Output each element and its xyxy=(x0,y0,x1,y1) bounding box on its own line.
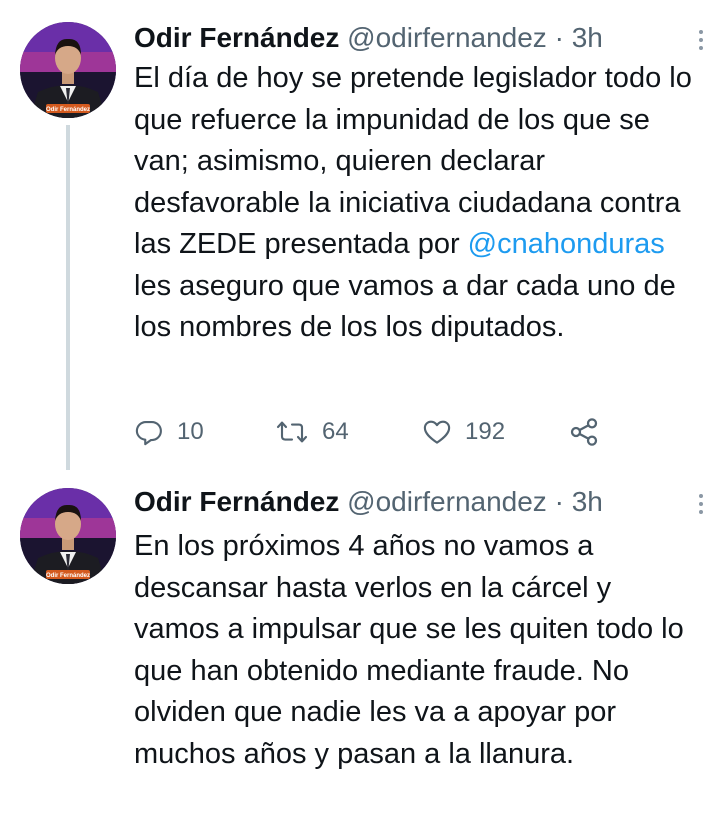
tweet-text: El día de hoy se pretende legislador tod… xyxy=(134,58,704,349)
thread-line xyxy=(66,125,70,470)
share-button[interactable] xyxy=(568,414,600,450)
tweet[interactable]: Odir Fernández Odir Fernández @odirferna… xyxy=(0,470,720,822)
avatar-label: Odir Fernández xyxy=(46,573,90,579)
tweet-header: Odir Fernández @odirfernandez · 3h xyxy=(134,484,704,520)
like-button[interactable]: 192 xyxy=(422,414,505,450)
retweet-icon xyxy=(276,421,308,443)
reply-count: 10 xyxy=(177,418,204,445)
separator-dot: · xyxy=(554,486,564,517)
tweet-text: En los próximos 4 años no vamos a descan… xyxy=(134,530,684,770)
avatar-image: Odir Fernández xyxy=(20,488,116,584)
mention-link[interactable]: @cnahonduras xyxy=(468,228,665,260)
author-name[interactable]: Odir Fernández xyxy=(134,486,339,517)
author-handle[interactable]: @odirfernandez xyxy=(347,486,547,517)
avatar-label: Odir Fernández xyxy=(46,107,90,113)
tweet-time[interactable]: 3h xyxy=(572,22,603,53)
avatar[interactable]: Odir Fernández xyxy=(20,488,116,584)
separator-dot: · xyxy=(554,22,564,53)
retweet-count: 64 xyxy=(322,418,349,445)
like-count: 192 xyxy=(465,418,506,445)
tweet-text-part: les aseguro que vamos a dar cada uno de … xyxy=(134,269,676,344)
tweet-header: Odir Fernández @odirfernandez · 3h xyxy=(134,20,704,56)
more-icon[interactable] xyxy=(698,492,704,516)
tweet-actions: 10 64 192 xyxy=(134,414,614,450)
share-icon xyxy=(570,418,598,446)
heart-icon xyxy=(423,420,451,444)
tweet[interactable]: Odir Fernández Odir Fernández @odirferna… xyxy=(0,0,720,470)
tweet-time[interactable]: 3h xyxy=(572,486,603,517)
more-icon[interactable] xyxy=(698,28,704,52)
avatar-image: Odir Fernández xyxy=(20,22,116,118)
reply-button[interactable]: 10 xyxy=(134,414,204,450)
author-name[interactable]: Odir Fernández xyxy=(134,22,339,53)
author-handle[interactable]: @odirfernandez xyxy=(347,22,547,53)
avatar[interactable]: Odir Fernández xyxy=(20,22,116,118)
reply-icon xyxy=(135,420,162,446)
retweet-button[interactable]: 64 xyxy=(275,414,349,450)
